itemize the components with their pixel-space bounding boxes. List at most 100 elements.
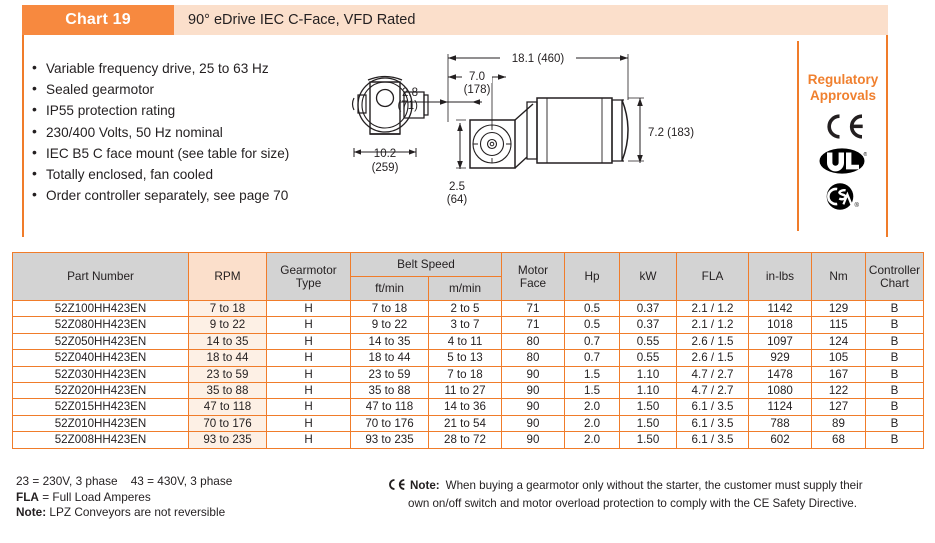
regulatory-approvals: Regulatory Approvals ® ® [800, 72, 886, 216]
cell-hp: 1.5 [564, 382, 620, 400]
table-row: 52Z080HH423EN 9 to 22 H 9 to 22 3 to 7 71 0.5 0… [12, 316, 924, 334]
ce-note-line2: own on/off switch and motor overload pro… [408, 496, 857, 510]
table-row: 52Z050HH423EN 14 to 35 H 14 to 35 4 to 11 80 0… [12, 332, 924, 351]
svg-text:®: ® [864, 151, 868, 158]
cell-hp: 0.7 [564, 349, 620, 367]
dim-label-offset-length-2: (178) [464, 84, 491, 96]
footer-notes: 23 = 230V, 3 phase 43 = 430V, 3 phase FL… [14, 474, 924, 534]
cell-controller: B [865, 316, 924, 334]
cell-type: H [266, 349, 351, 367]
controller-chart-line2: Chart [880, 275, 909, 290]
cell-in-lbs: 1097 [748, 332, 812, 351]
cell-nm: 89 [811, 414, 866, 433]
cell-type: H [266, 382, 351, 400]
cell-m-min: 14 to 36 [428, 398, 502, 416]
cell-hp: 0.5 [564, 316, 620, 334]
note-text: LPZ Conveyors are not reversible [46, 505, 226, 520]
dim-label-end-view-width-2: (259) [372, 162, 399, 174]
feature-item: Order controller separately, see page 70 [30, 184, 330, 206]
cell-m-min: 11 to 27 [428, 382, 502, 400]
cell-in-lbs: 1018 [748, 316, 812, 334]
footer-left-notes: 23 = 230V, 3 phase 43 = 430V, 3 phase FL… [16, 474, 356, 521]
cell-part-number: 52Z040HH423EN [12, 349, 189, 367]
feature-item: Totally enclosed, fan cooled [30, 163, 330, 185]
cell-nm: 115 [811, 316, 866, 334]
cell-controller: B [865, 382, 924, 400]
cell-m-min: 2 to 5 [428, 299, 502, 318]
cell-m-min: 4 to 11 [428, 332, 502, 351]
cell-controller: B [865, 365, 924, 384]
cell-ft-min: 93 to 235 [350, 431, 429, 449]
table-row: 52Z015HH423EN 47 to 118 H 47 to 118 14 to 36… [12, 398, 924, 416]
cell-part-number: 52Z015HH423EN [12, 398, 189, 416]
cell-fla: 6.1 / 3.5 [676, 398, 749, 416]
voltage-43: 43 = 430V, 3 phase [130, 474, 233, 488]
cell-hp: 2.0 [564, 431, 620, 449]
dim-label-bottom-offset-1: 2.5 [449, 181, 465, 193]
fla-legend: FLA = Full Load Amperes [16, 490, 356, 506]
controller-chart-line1: Controller [868, 262, 921, 277]
cell-nm: 68 [811, 431, 866, 449]
cell-type: H [266, 414, 351, 433]
cell-part-number: 52Z030HH423EN [12, 365, 189, 384]
feature-item: 230/400 Volts, 50 Hz nominal [30, 121, 330, 143]
cell-kw: 1.10 [619, 382, 677, 400]
cell-in-lbs: 1080 [748, 382, 812, 400]
cell-fla: 6.1 / 3.5 [676, 414, 749, 433]
cell-kw: 0.37 [619, 316, 677, 334]
cell-face: 90 [501, 414, 565, 433]
cell-type: H [266, 316, 351, 334]
cell-in-lbs: 1478 [748, 365, 812, 384]
chart-number-tag: Chart 19 [22, 5, 174, 35]
reversible-note: Note: LPZ Conveyors are not reversible [16, 505, 356, 521]
col-header-gearmotor-type: Gearmotor Type [266, 252, 351, 301]
feature-item: IP55 protection rating [30, 99, 330, 121]
cell-ft-min: 23 to 59 [350, 365, 429, 384]
table-row: 52Z100HH423EN 7 to 18 H 7 to 18 2 to 5 71 0.5 0… [12, 299, 924, 318]
cell-ft-min: 14 to 35 [350, 332, 429, 351]
cell-kw: 0.37 [619, 299, 677, 318]
cell-kw: 1.50 [619, 431, 677, 449]
cell-hp: 0.5 [564, 299, 620, 318]
cell-type: H [266, 332, 351, 351]
cell-hp: 2.0 [564, 398, 620, 416]
chart-title: 90° eDrive IEC C-Face, VFD Rated [174, 5, 888, 35]
cell-face: 71 [501, 316, 565, 334]
regulatory-divider [797, 41, 799, 231]
cell-controller: B [865, 299, 924, 318]
dim-motor-diameter [628, 97, 644, 163]
col-header-rpm: RPM [188, 252, 267, 301]
frame-rail-right [886, 35, 888, 237]
cell-m-min: 7 to 18 [428, 365, 502, 384]
cell-m-min: 28 to 72 [428, 431, 502, 449]
cell-controller: B [865, 332, 924, 351]
fla-label: FLA [16, 489, 39, 504]
cell-rpm: 7 to 18 [188, 299, 267, 318]
dim-label-top-offset-2: (71) [398, 100, 419, 112]
cell-in-lbs: 1142 [748, 299, 812, 318]
cell-part-number: 52Z100HH423EN [12, 299, 189, 318]
dim-label-motor-diameter: 7.2 (183) [648, 127, 694, 139]
voltage-legend: 23 = 230V, 3 phase 43 = 430V, 3 phase [16, 474, 356, 490]
cell-rpm: 70 to 176 [188, 414, 267, 433]
cell-fla: 6.1 / 3.5 [676, 431, 749, 449]
regulatory-title-line1: Regulatory [807, 72, 879, 87]
gearmotor-type-line1: Gearmotor [280, 262, 337, 277]
col-header-controller-chart: Controller Chart [865, 252, 924, 301]
cell-hp: 2.0 [564, 414, 620, 433]
cell-nm: 105 [811, 349, 866, 367]
ce-note: Note: When buying a gearmotor only witho… [386, 478, 926, 512]
dim-label-offset-length-1: 7.0 [469, 71, 485, 83]
cell-hp: 1.5 [564, 365, 620, 384]
cell-fla: 2.6 / 1.5 [676, 349, 749, 367]
cell-nm: 127 [811, 398, 866, 416]
cell-rpm: 93 to 235 [188, 431, 267, 449]
cell-nm: 122 [811, 382, 866, 400]
regulatory-title-line2: Approvals [809, 88, 877, 103]
cell-rpm: 47 to 118 [188, 398, 267, 416]
dim-label-overall-length: 18.1 (460) [512, 53, 565, 65]
cell-fla: 2.1 / 1.2 [676, 316, 749, 334]
table-row: 52Z040HH423EN 18 to 44 H 18 to 44 5 to 13 80 0… [12, 349, 924, 367]
csa-mark-icon: ® [825, 182, 861, 216]
cell-in-lbs: 929 [748, 349, 812, 367]
